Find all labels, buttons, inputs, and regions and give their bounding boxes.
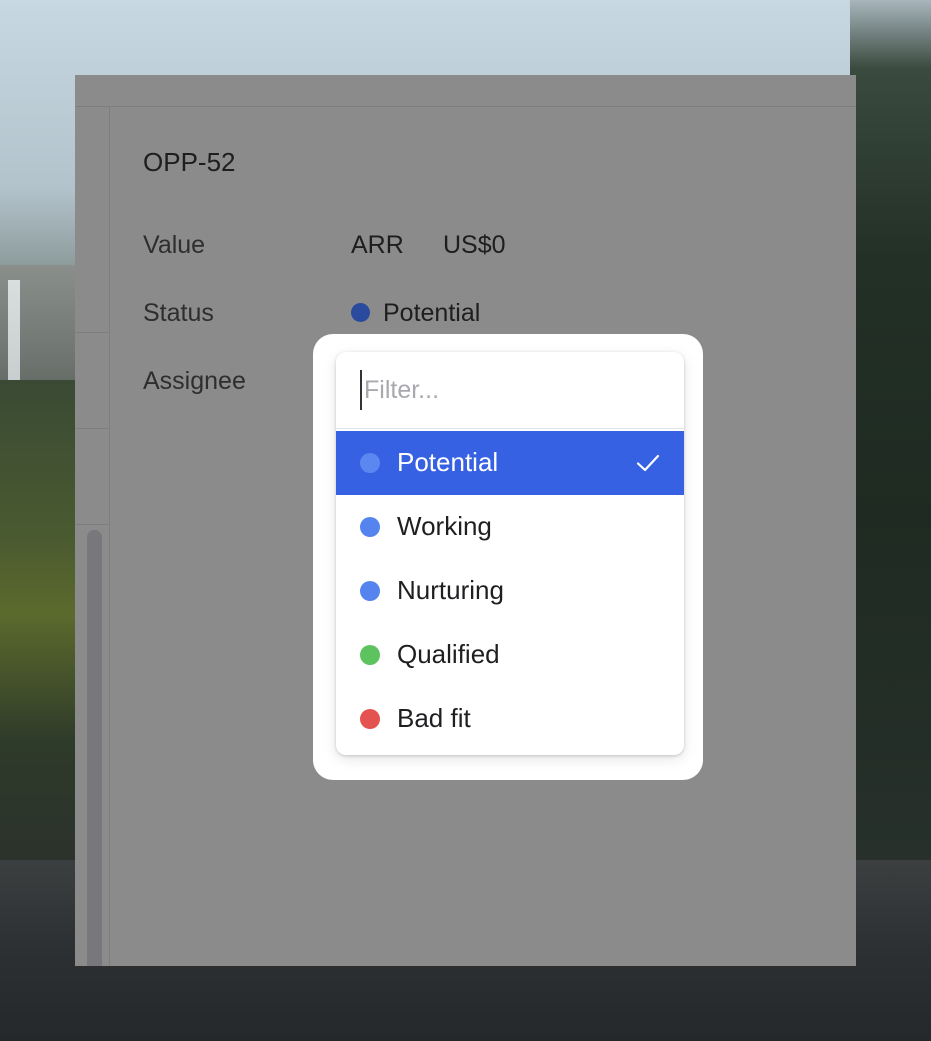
assignee-field-label: Assignee <box>143 367 246 395</box>
filter-row <box>336 352 684 429</box>
status-field-label: Status <box>143 299 214 327</box>
side-panel-divider <box>75 524 109 525</box>
value-type[interactable]: ARR <box>351 231 404 260</box>
status-dot-icon <box>360 453 380 473</box>
status-dropdown: Potential Working Nurturing Qualified Ba… <box>336 352 684 755</box>
filter-input[interactable] <box>360 370 664 410</box>
status-option-bad-fit[interactable]: Bad fit <box>336 687 684 751</box>
value-field-label: Value <box>143 231 206 259</box>
side-panel-divider <box>75 428 109 429</box>
window-topbar <box>75 75 856 107</box>
status-option-label: Nurturing <box>397 575 504 605</box>
status-option-nurturing[interactable]: Nurturing <box>336 559 684 623</box>
side-panel-divider <box>75 332 109 333</box>
record-title: OPP-52 <box>143 147 236 177</box>
status-dot-icon <box>360 517 380 537</box>
status-option-working[interactable]: Working <box>336 495 684 559</box>
status-option-label: Working <box>397 511 492 541</box>
background-trees-right <box>850 0 931 860</box>
value-amount[interactable]: US$0 <box>443 231 506 260</box>
status-dot-icon <box>360 581 380 601</box>
checkmark-icon <box>636 454 660 472</box>
status-option-potential[interactable]: Potential <box>336 431 684 495</box>
status-value[interactable]: Potential <box>383 299 480 328</box>
scrollbar-thumb[interactable] <box>87 530 102 966</box>
status-option-label: Bad fit <box>397 703 471 733</box>
status-popover: Potential Working Nurturing Qualified Ba… <box>313 334 703 780</box>
status-option-label: Qualified <box>397 639 500 669</box>
background-waterfall <box>8 280 20 390</box>
status-dot-icon <box>360 645 380 665</box>
status-option-label: Potential <box>397 447 499 477</box>
status-dot-icon <box>360 709 380 729</box>
status-dot-icon <box>351 303 370 322</box>
status-option-qualified[interactable]: Qualified <box>336 623 684 687</box>
